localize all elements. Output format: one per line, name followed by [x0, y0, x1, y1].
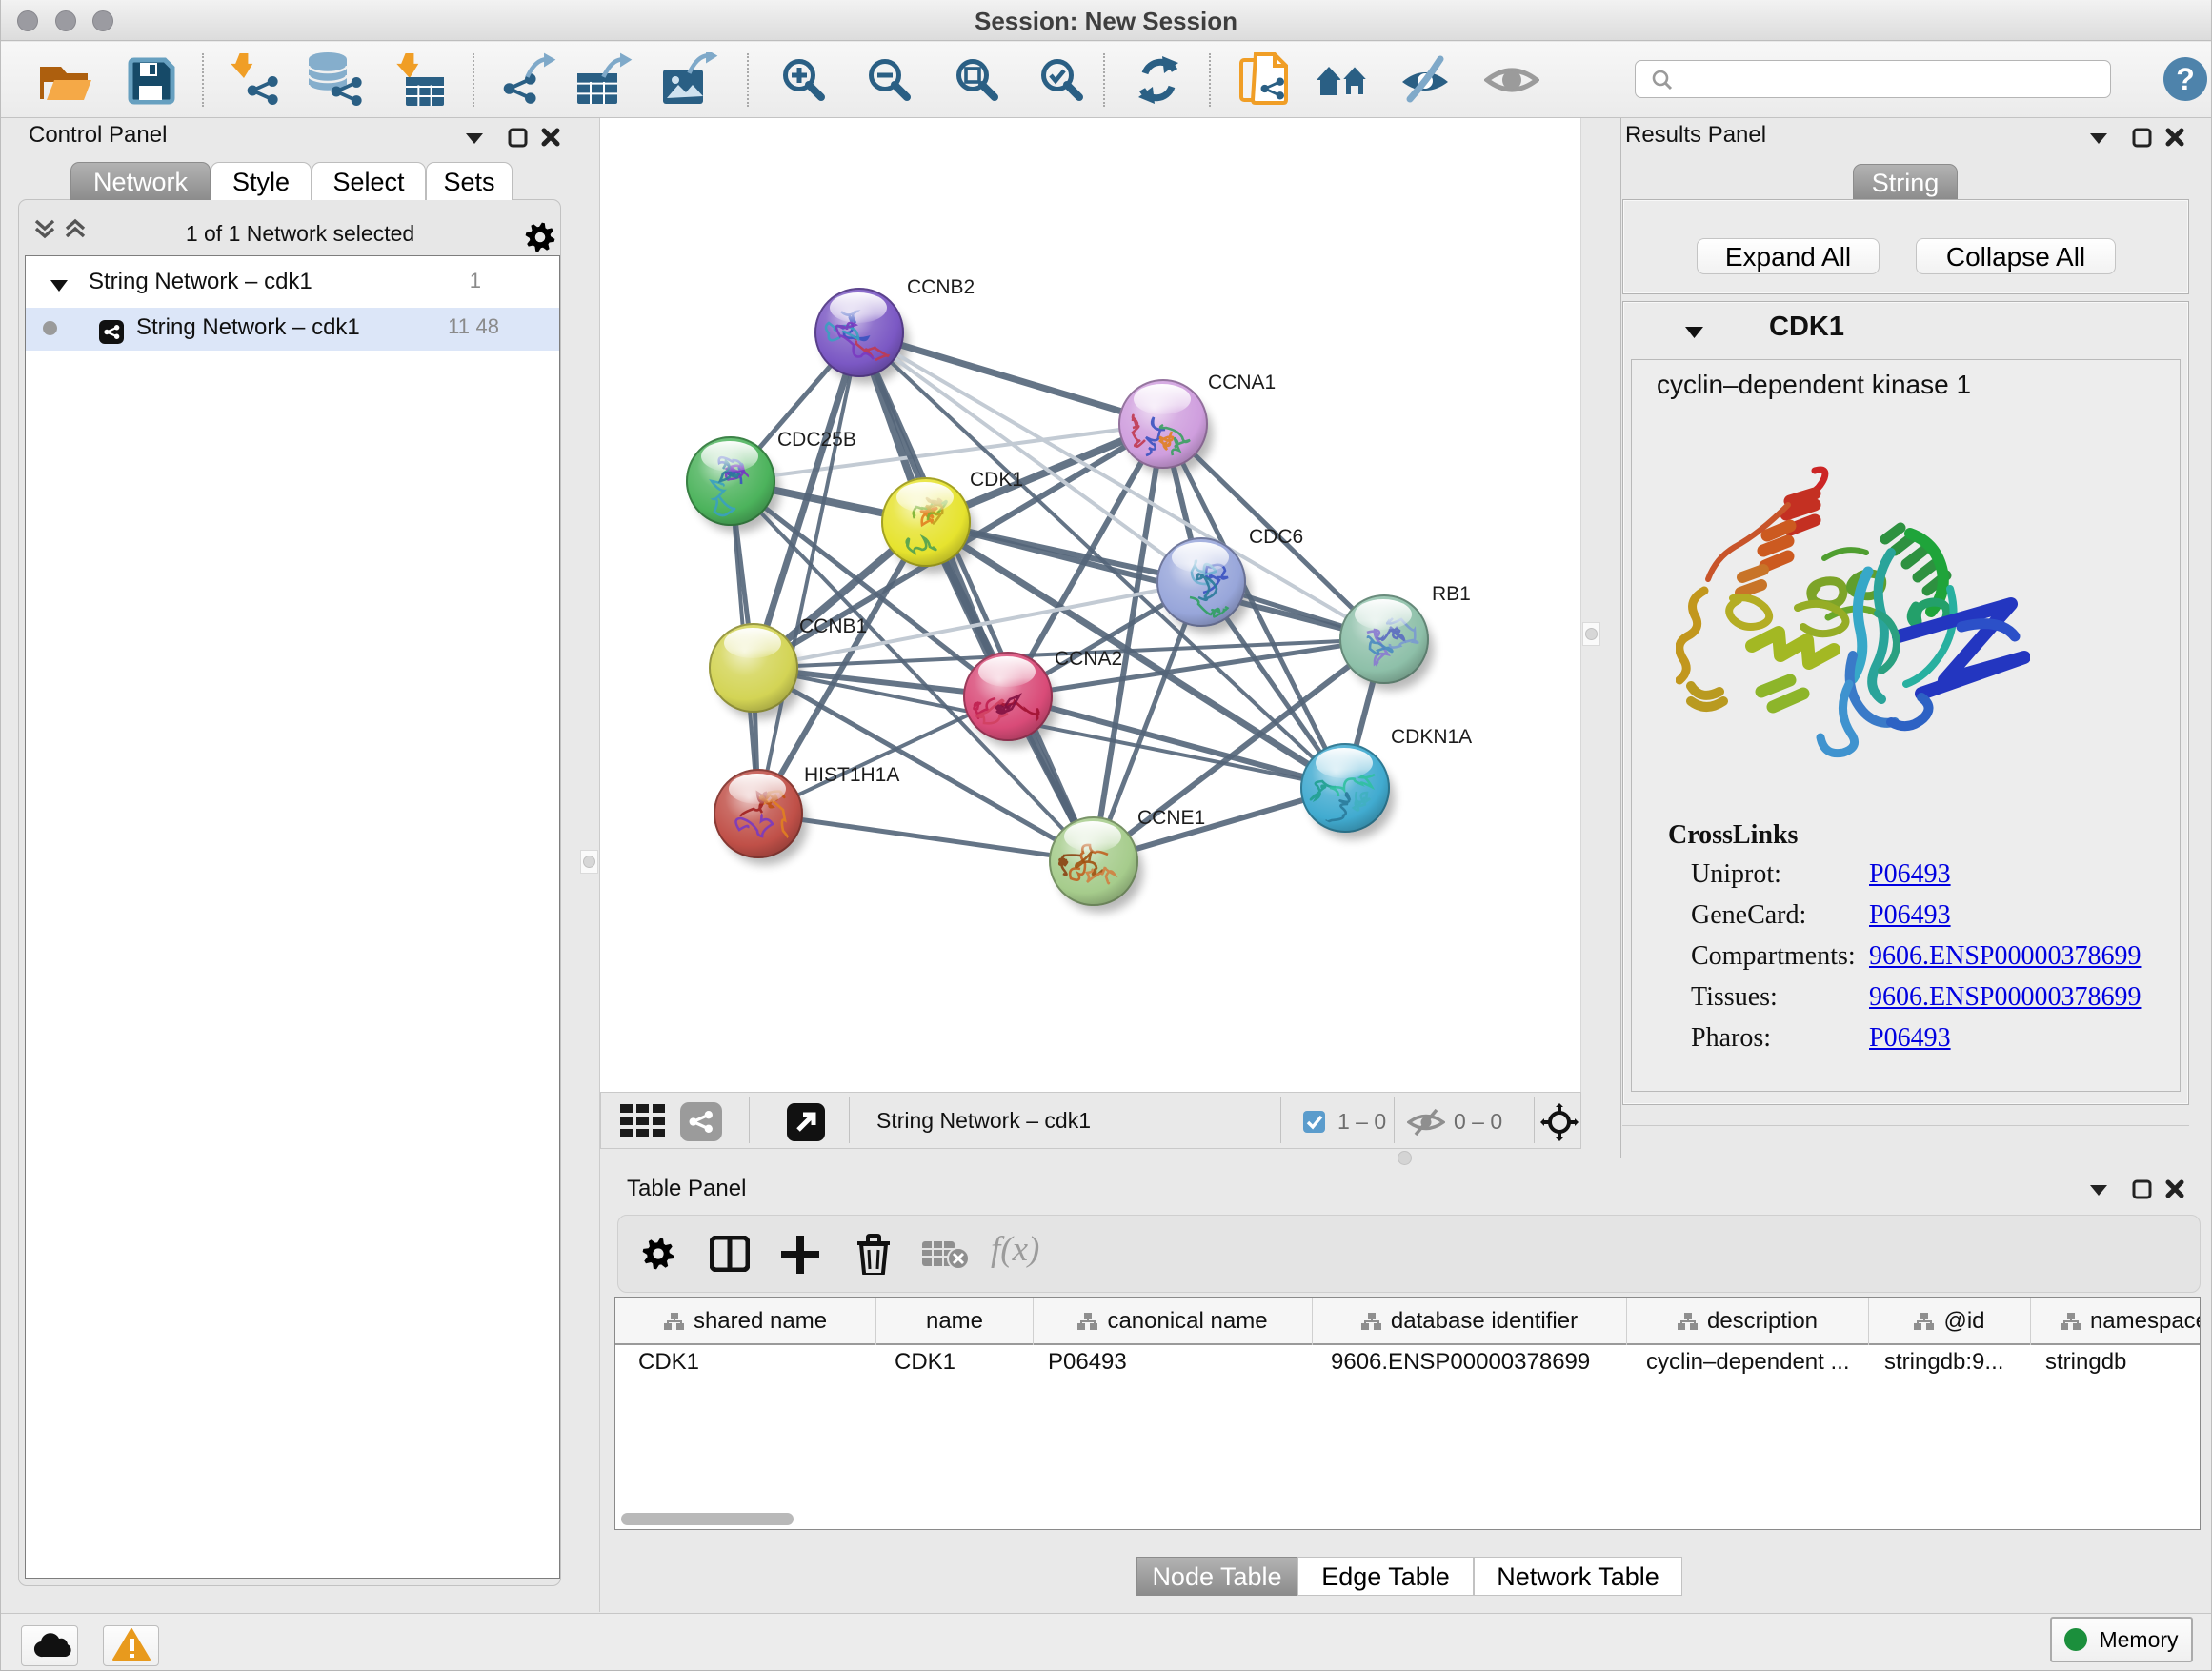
svg-text:CCNA2: CCNA2: [1055, 648, 1122, 670]
svg-text:?: ?: [2176, 62, 2195, 96]
svg-text:CDKN1A: CDKN1A: [1391, 726, 1472, 748]
svg-text:CDC25B: CDC25B: [777, 429, 856, 451]
svg-text:CCNB2: CCNB2: [907, 276, 975, 298]
svg-text:CCNB1: CCNB1: [799, 615, 867, 637]
svg-text:CDC6: CDC6: [1249, 526, 1303, 548]
svg-text:CDK1: CDK1: [970, 469, 1023, 491]
svg-text:RB1: RB1: [1432, 583, 1471, 605]
svg-text:CCNA1: CCNA1: [1208, 372, 1276, 393]
svg-text:HIST1H1A: HIST1H1A: [804, 764, 899, 786]
svg-text:CCNE1: CCNE1: [1137, 807, 1205, 829]
